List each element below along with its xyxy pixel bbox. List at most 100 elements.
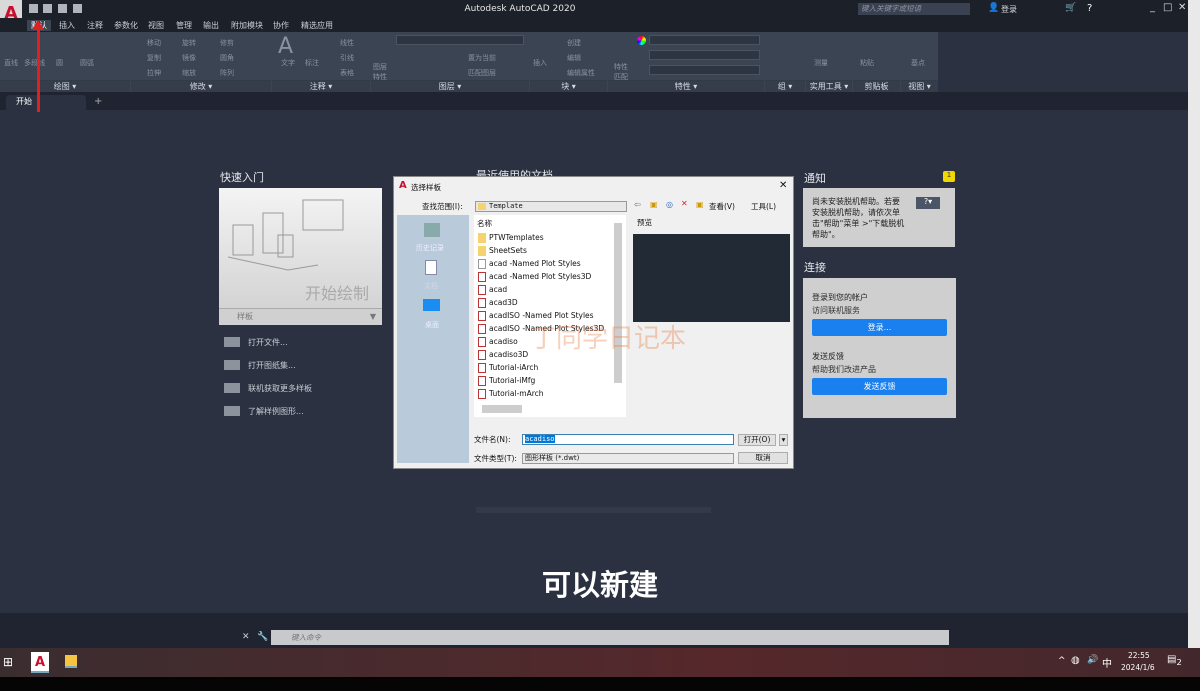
place-documents[interactable]: 文档 xyxy=(424,281,438,291)
action-center-icon[interactable]: ▤2 xyxy=(1167,654,1182,667)
delete-icon[interactable]: ✕ xyxy=(681,199,688,208)
panel-groups[interactable]: 组 ▾ xyxy=(765,80,805,92)
file-list-item[interactable]: acad -Named Plot Styles xyxy=(478,257,581,270)
file-list-item[interactable]: acadiso3D xyxy=(478,348,528,361)
network-icon[interactable]: ◍ xyxy=(1071,655,1080,666)
edit-attributes-tool[interactable]: 编辑属性 xyxy=(567,68,595,78)
tools-menu[interactable]: 工具(L) xyxy=(751,201,776,212)
circle-tool[interactable]: 圆 xyxy=(56,58,63,68)
tab-insert[interactable]: 插入 xyxy=(59,20,75,31)
new-folder-icon[interactable]: ▣ xyxy=(696,200,704,209)
user-icon[interactable]: 👤 xyxy=(988,3,999,13)
filename-input[interactable]: acadiso xyxy=(522,434,734,445)
clock-date[interactable]: 2024/1/6 xyxy=(1121,663,1155,672)
view-menu[interactable]: 查看(V) xyxy=(709,201,735,212)
fillet-tool[interactable]: 圆角 xyxy=(220,53,234,63)
panel-block[interactable]: 块 ▾ xyxy=(530,80,607,92)
tab-view[interactable]: 视图 xyxy=(148,20,164,31)
file-list-item[interactable]: Tutorial-iArch xyxy=(478,361,538,374)
cart-icon[interactable]: 🛒 xyxy=(1065,3,1076,13)
tab-output[interactable]: 输出 xyxy=(203,20,219,31)
history-icon[interactable] xyxy=(424,223,440,237)
line-tool[interactable]: 直线 xyxy=(4,58,18,68)
file-list-item[interactable]: PTWTemplates xyxy=(478,231,544,244)
panel-view[interactable]: 视图 ▾ xyxy=(901,80,938,92)
back-icon[interactable]: ⇦ xyxy=(634,200,641,209)
help-dropdown-icon[interactable]: ?▾ xyxy=(916,197,940,209)
file-list-item[interactable]: acadiso xyxy=(478,335,518,348)
minimize-button[interactable]: _ xyxy=(1150,2,1155,13)
linear-tool[interactable]: 线性 xyxy=(340,38,354,48)
tab-collaborate[interactable]: 协作 xyxy=(273,20,289,31)
tab-addins[interactable]: 附加模块 xyxy=(231,20,263,31)
save-icon[interactable] xyxy=(58,4,67,13)
login-link[interactable]: 登录 xyxy=(1001,4,1017,15)
tab-parametric[interactable]: 参数化 xyxy=(114,20,138,31)
send-feedback-button[interactable]: 发送反馈 xyxy=(812,378,947,395)
tab-manage[interactable]: 管理 xyxy=(176,20,192,31)
sample-drawings-link[interactable]: 了解样例图形... xyxy=(248,406,304,417)
carousel-indicator[interactable] xyxy=(476,507,711,513)
scale-tool[interactable]: 缩放 xyxy=(182,68,196,78)
copy-tool[interactable]: 复制 xyxy=(147,53,161,63)
tray-expand-icon[interactable]: ^ xyxy=(1058,656,1066,666)
linetype-dropdown[interactable] xyxy=(649,50,760,60)
close-button[interactable]: ✕ xyxy=(1178,2,1186,13)
file-list-item[interactable]: acad xyxy=(478,283,507,296)
open-options-dropdown[interactable]: ▾ xyxy=(779,434,788,446)
online-templates-link[interactable]: 联机获取更多样板 xyxy=(248,383,312,394)
layer-dropdown[interactable] xyxy=(396,35,524,45)
file-list-item[interactable]: acad3D xyxy=(478,296,518,309)
new-tab-button[interactable]: + xyxy=(94,96,102,107)
column-name-header[interactable]: 名称 xyxy=(477,218,492,229)
array-tool[interactable]: 阵列 xyxy=(220,68,234,78)
panel-draw[interactable]: 绘图 ▾ xyxy=(0,80,130,92)
table-tool[interactable]: 表格 xyxy=(340,68,354,78)
search-web-icon[interactable]: ◎ xyxy=(666,200,673,209)
match-layer-tool[interactable]: 匹配图层 xyxy=(468,68,496,78)
panel-clipboard[interactable]: 剪贴板 xyxy=(853,80,900,92)
paste-tool[interactable]: 粘贴 xyxy=(860,58,874,68)
arc-tool[interactable]: 圆弧 xyxy=(80,58,94,68)
base-point-tool[interactable]: 基点 xyxy=(911,58,925,68)
set-current-tool[interactable]: 置为当前 xyxy=(468,53,496,63)
stretch-tool[interactable]: 拉伸 xyxy=(147,68,161,78)
insert-block-tool[interactable]: 插入 xyxy=(533,58,547,68)
volume-icon[interactable]: 🔊 xyxy=(1087,655,1098,665)
open-icon[interactable] xyxy=(43,4,52,13)
panel-properties[interactable]: 特性 ▾ xyxy=(608,80,764,92)
dialog-close-button[interactable]: ✕ xyxy=(779,180,787,191)
ime-indicator[interactable]: 中 xyxy=(1102,655,1112,670)
documents-icon[interactable] xyxy=(425,260,437,275)
up-folder-icon[interactable]: ▣ xyxy=(650,200,658,209)
edit-block-tool[interactable]: 编辑 xyxy=(567,53,581,63)
plot-icon[interactable] xyxy=(73,4,82,13)
new-icon[interactable] xyxy=(29,4,38,13)
mirror-tool[interactable]: 镜像 xyxy=(182,53,196,63)
login-button[interactable]: 登录... xyxy=(812,319,947,336)
command-input[interactable]: 键入命令 xyxy=(271,630,949,645)
panel-annotation[interactable]: 注释 ▾ xyxy=(272,80,370,92)
maximize-button[interactable]: □ xyxy=(1163,2,1172,13)
open-button[interactable]: 打开(O) xyxy=(738,434,776,446)
color-dropdown[interactable] xyxy=(649,35,760,45)
template-dropdown[interactable]: 样板 ▼ xyxy=(219,308,382,325)
file-list-item[interactable]: SheetSets xyxy=(478,244,527,257)
create-block-tool[interactable]: 创建 xyxy=(567,38,581,48)
vertical-scrollbar[interactable] xyxy=(614,223,622,383)
trim-tool[interactable]: 修剪 xyxy=(220,38,234,48)
text-tool[interactable]: 文字 xyxy=(281,58,295,68)
rotate-tool[interactable]: 旋转 xyxy=(182,38,196,48)
dimension-tool[interactable]: 标注 xyxy=(305,58,319,68)
lineweight-dropdown[interactable] xyxy=(649,65,760,75)
text-icon[interactable]: A xyxy=(278,34,293,59)
move-tool[interactable]: 移动 xyxy=(147,38,161,48)
place-desktop[interactable]: 桌面 xyxy=(425,320,439,330)
tab-featured-apps[interactable]: 精选应用 xyxy=(301,20,333,31)
file-explorer-icon[interactable] xyxy=(65,655,77,668)
windows-start-icon[interactable]: ⊞ xyxy=(3,655,13,669)
filetype-dropdown[interactable]: 图形样板 (*.dwt) xyxy=(522,453,734,464)
horizontal-scrollbar[interactable] xyxy=(482,405,522,413)
clock-time[interactable]: 22:55 xyxy=(1128,651,1150,660)
panel-layers[interactable]: 图层 ▾ xyxy=(371,80,529,92)
